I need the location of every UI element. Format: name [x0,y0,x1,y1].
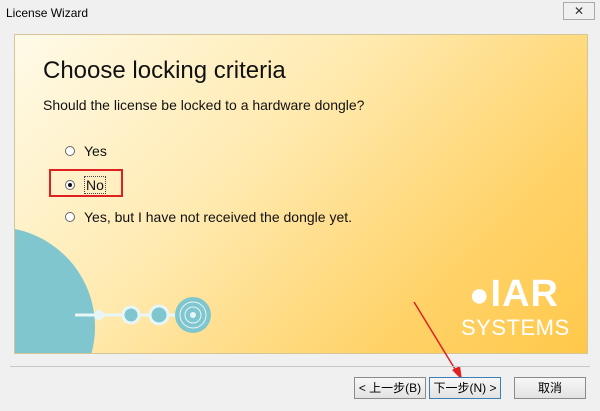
logo-iar-text: ●IAR [469,273,559,315]
title-bar: License Wizard ✕ [0,0,600,26]
question-text: Should the license be locked to a hardwa… [43,97,365,113]
cancel-button[interactable]: 取消 [514,377,586,399]
dongle-graphic-icon [75,297,211,333]
iar-logo: ●IAR SYSTEMS [455,273,575,343]
option-yes-no-dongle-label: Yes, but I have not received the dongle … [84,209,353,225]
radio-yes[interactable] [65,146,75,156]
wizard-content-panel: Choose locking criteria Should the licen… [14,34,588,354]
page-title: Choose locking criteria [43,57,286,84]
logo-systems-text: SYSTEMS [461,315,570,340]
window-title: License Wizard [6,6,89,20]
back-button[interactable]: < 上一步(B) [354,377,426,399]
radio-yes-no-dongle[interactable] [65,212,75,222]
button-separator [10,366,590,367]
highlight-box [49,169,123,197]
option-yes[interactable]: Yes [65,143,107,159]
logo-o-icon: ● [469,276,491,314]
option-yes-no-dongle[interactable]: Yes, but I have not received the dongle … [65,209,352,225]
option-yes-label: Yes [84,143,107,159]
annotation-arrow-icon [413,301,462,380]
next-button[interactable]: 下一步(N) > [429,377,501,399]
license-wizard-window: License Wizard ✕ Choose locking criteria… [0,0,600,411]
close-button[interactable]: ✕ [563,2,595,20]
close-icon: ✕ [573,4,585,18]
